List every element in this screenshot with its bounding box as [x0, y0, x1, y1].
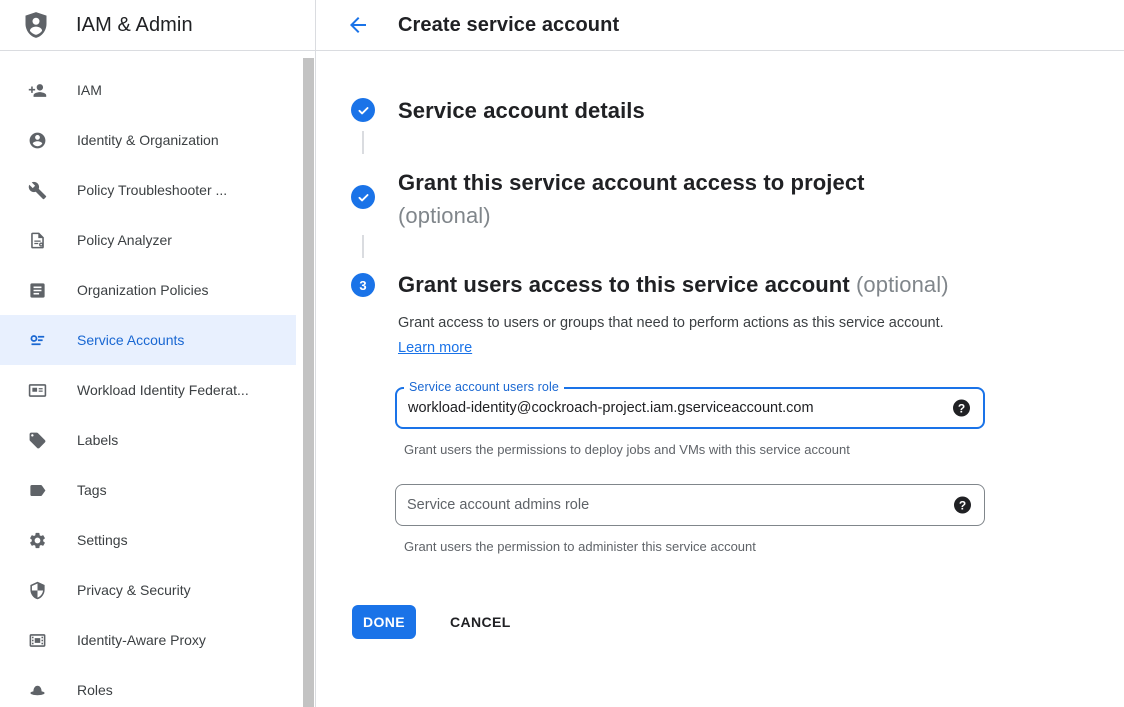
- sidebar-item-privacy-security[interactable]: Privacy & Security: [0, 565, 296, 615]
- sidebar-item-label: Tags: [77, 482, 107, 498]
- sidebar-item-label: Settings: [77, 532, 128, 548]
- step2-optional-label: (optional): [398, 203, 491, 228]
- sidebar-item-organization-policies[interactable]: Organization Policies: [0, 265, 296, 315]
- main-header: Create service account: [316, 0, 1124, 51]
- step3-title-text: Grant users access to this service accou…: [398, 272, 850, 297]
- admins-role-help-icon[interactable]: ?: [954, 497, 971, 514]
- sidebar-item-service-accounts[interactable]: Service Accounts: [0, 315, 296, 365]
- admins-role-input[interactable]: [396, 485, 984, 525]
- users-role-label: Service account users role: [404, 380, 564, 394]
- sidebar-item-tags[interactable]: Tags: [0, 465, 296, 515]
- label-icon: [28, 431, 47, 450]
- shield-icon: [28, 581, 47, 600]
- check-icon: [356, 103, 371, 118]
- step3-number: 3: [359, 278, 366, 293]
- sidebar-item-label: Workload Identity Federat...: [77, 382, 249, 398]
- step2-completed-check-icon: [351, 185, 375, 209]
- sidebar: IAM & Admin IAM Identity & Organization …: [0, 0, 316, 707]
- step-connector: [362, 131, 364, 154]
- step3-number-badge: 3: [351, 273, 375, 297]
- iam-admin-console: IAM & Admin IAM Identity & Organization …: [0, 0, 1124, 707]
- sidebar-item-label: Privacy & Security: [77, 582, 191, 598]
- users-role-help-icon[interactable]: ?: [953, 400, 970, 417]
- proxy-icon: [28, 631, 47, 650]
- account-circle-icon: [28, 131, 47, 150]
- step3-optional-label: (optional): [856, 272, 949, 297]
- arrow-back-icon: [346, 13, 370, 37]
- check-icon: [356, 190, 371, 205]
- step3-description: Grant access to users or groups that nee…: [398, 311, 960, 361]
- product-title: IAM & Admin: [76, 14, 193, 37]
- sidebar-item-label: Roles: [77, 682, 113, 698]
- users-role-helper-text: Grant users the permissions to deploy jo…: [404, 442, 850, 457]
- person-add-icon: [28, 81, 47, 100]
- step1-title: Service account details: [398, 98, 645, 124]
- step-connector: [362, 235, 364, 258]
- service-account-admins-role-field: ?: [395, 484, 985, 526]
- badge-icon: [28, 381, 47, 400]
- sidebar-item-settings[interactable]: Settings: [0, 515, 296, 565]
- sidebar-item-policy-troubleshooter[interactable]: Policy Troubleshooter ...: [0, 165, 296, 215]
- step2-title-text: Grant this service account access to pro…: [398, 170, 865, 195]
- tag-icon: [28, 481, 47, 500]
- sidebar-item-label: Policy Troubleshooter ...: [77, 182, 227, 198]
- sidebar-item-label: Service Accounts: [77, 332, 184, 348]
- cancel-button[interactable]: CANCEL: [444, 605, 517, 639]
- main-panel: Create service account Service account d…: [316, 0, 1124, 707]
- sidebar-item-policy-analyzer[interactable]: Policy Analyzer: [0, 215, 296, 265]
- wrench-icon: [28, 181, 47, 200]
- sidebar-item-iam[interactable]: IAM: [0, 65, 296, 115]
- sidebar-header: IAM & Admin: [0, 0, 315, 51]
- sidebar-item-identity-aware-proxy[interactable]: Identity-Aware Proxy: [0, 615, 296, 665]
- sidebar-item-label: Organization Policies: [77, 282, 209, 298]
- create-service-account-form: Service account details Grant this servi…: [316, 51, 1124, 707]
- done-button[interactable]: DONE: [352, 605, 416, 639]
- step3-title: Grant users access to this service accou…: [398, 270, 949, 300]
- sidebar-item-identity-organization[interactable]: Identity & Organization: [0, 115, 296, 165]
- sidebar-item-label: Identity-Aware Proxy: [77, 632, 206, 648]
- sidebar-scrollbar[interactable]: [303, 58, 314, 707]
- sidebar-item-label: IAM: [77, 82, 102, 98]
- sidebar-item-label: Labels: [77, 432, 118, 448]
- step2-title: Grant this service account access to pro…: [398, 166, 958, 232]
- learn-more-link[interactable]: Learn more: [398, 340, 472, 356]
- sidebar-item-roles[interactable]: Roles: [0, 665, 296, 707]
- service-account-users-role-field: Service account users role ?: [395, 387, 985, 429]
- sidebar-item-label: Policy Analyzer: [77, 232, 172, 248]
- page-title: Create service account: [398, 14, 619, 37]
- roles-hat-icon: [28, 681, 47, 700]
- gear-icon: [28, 531, 47, 550]
- sidebar-nav: IAM Identity & Organization Policy Troub…: [0, 65, 296, 707]
- admins-role-helper-text: Grant users the permission to administer…: [404, 539, 756, 554]
- sidebar-item-workload-identity-federation[interactable]: Workload Identity Federat...: [0, 365, 296, 415]
- description-text: Grant access to users or groups that nee…: [398, 315, 944, 331]
- service-account-icon: [28, 331, 47, 350]
- users-role-input[interactable]: [397, 389, 983, 427]
- step1-completed-check-icon: [351, 98, 375, 122]
- iam-admin-shield-icon: [22, 11, 50, 39]
- sidebar-item-labels[interactable]: Labels: [0, 415, 296, 465]
- back-button[interactable]: [346, 13, 370, 37]
- policy-analyzer-icon: [28, 231, 47, 250]
- article-icon: [28, 281, 47, 300]
- sidebar-item-label: Identity & Organization: [77, 132, 219, 148]
